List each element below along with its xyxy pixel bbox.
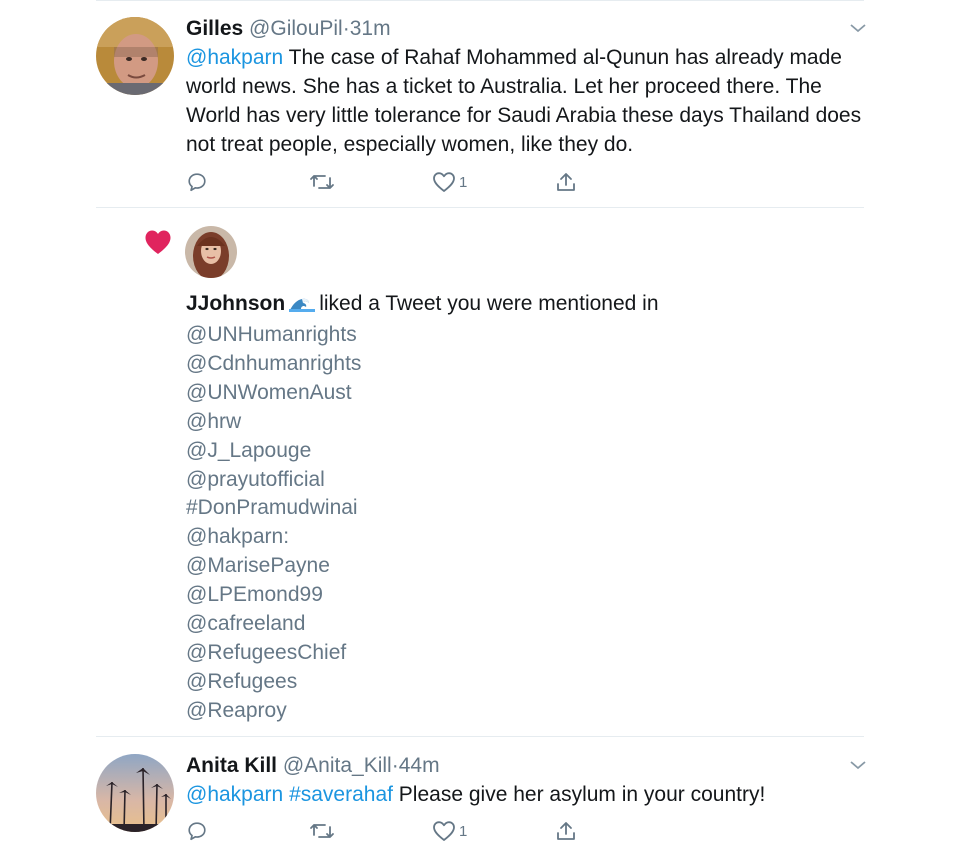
hashtag-link[interactable]: #saverahaf [289, 783, 393, 806]
heart-filled-icon [145, 230, 171, 254]
reply-button[interactable] [186, 819, 208, 843]
author-handle[interactable]: @GilouPil [249, 17, 343, 40]
tweet-text: @hakparn The case of Rahaf Mohammed al-Q… [186, 43, 866, 159]
tweet-text: @hakparn #saverahaf Please give her asyl… [186, 780, 866, 809]
heart-outline-icon [433, 172, 455, 192]
tweet-header: Gilles @GilouPil·31m [186, 17, 391, 41]
avatar[interactable] [96, 17, 174, 95]
mention-item[interactable]: @J_Lapouge [186, 437, 361, 466]
like-count: 1 [459, 173, 468, 191]
tweet-body: The case of Rahaf Mohammed al-Qunun has … [186, 46, 862, 156]
liker-avatar[interactable] [185, 226, 237, 278]
mention-link[interactable]: @hakparn [186, 783, 283, 806]
tweet-header: Anita Kill @Anita_Kill·44m [186, 754, 440, 778]
separator-dot: · [391, 754, 399, 777]
timestamp[interactable]: 44m [399, 754, 440, 777]
mention-item[interactable]: @Refugees [186, 668, 361, 697]
mention-item[interactable]: @prayutofficial [186, 466, 361, 495]
like-count: 1 [459, 822, 468, 840]
avatar[interactable] [96, 754, 174, 832]
mention-item[interactable]: @hakparn: [186, 523, 361, 552]
like-button[interactable]: 1 [432, 819, 467, 843]
author-name[interactable]: Gilles [186, 17, 243, 40]
mention-item[interactable]: @RefugeesChief [186, 639, 361, 668]
timestamp[interactable]: 31m [350, 17, 391, 40]
mention-link[interactable]: @hakparn [186, 46, 283, 69]
like-button[interactable]: 1 [432, 170, 467, 194]
tweet-body: Please give her asylum in your country! [392, 783, 766, 806]
mention-item[interactable]: @LPEmond99 [186, 581, 361, 610]
mention-item[interactable]: @UNWomenAust [186, 379, 361, 408]
reply-button[interactable] [186, 170, 208, 194]
share-icon [557, 173, 575, 191]
chevron-down-icon[interactable] [849, 759, 867, 771]
chevron-down-icon[interactable] [849, 22, 867, 34]
retweet-button[interactable] [309, 819, 335, 843]
mention-item[interactable]: @UNHumanrights [186, 321, 361, 350]
author-name[interactable]: Anita Kill [186, 754, 277, 777]
reply-icon [188, 173, 206, 192]
like-notification[interactable] [0, 208, 960, 736]
like-action-text: liked a Tweet you were mentioned in [319, 292, 659, 315]
share-icon [557, 822, 575, 840]
separator-dot: · [342, 17, 350, 40]
share-button[interactable] [555, 170, 577, 194]
reply-icon [188, 822, 206, 841]
mention-item[interactable]: @hrw [186, 408, 361, 437]
retweet-icon [310, 175, 334, 189]
heart-outline-icon [433, 821, 455, 841]
retweet-button[interactable] [309, 170, 335, 194]
like-summary: JJohnson liked a Tweet you were mentione… [186, 291, 659, 317]
tweet-gilles[interactable]: Gilles @GilouPil·31m @hakparn The case o… [0, 0, 960, 207]
mention-item[interactable]: #DonPramudwinai [186, 494, 361, 523]
share-button[interactable] [555, 819, 577, 843]
wave-emoji-icon [289, 298, 316, 312]
mention-item[interactable]: @Cdnhumanrights [186, 350, 361, 379]
retweet-icon [310, 824, 334, 838]
liker-name[interactable]: JJohnson [186, 292, 285, 315]
mention-item[interactable]: @Reaproy [186, 697, 361, 726]
author-handle[interactable]: @Anita_Kill [283, 754, 392, 777]
mention-item[interactable]: @MarisePayne [186, 552, 361, 581]
tweet-anita-kill[interactable]: Anita Kill @Anita_Kill·44m @hakparn #sav… [0, 737, 960, 856]
mention-item[interactable]: @cafreeland [186, 610, 361, 639]
mention-list: @UNHumanrights @Cdnhumanrights @UNWomenA… [186, 321, 361, 726]
